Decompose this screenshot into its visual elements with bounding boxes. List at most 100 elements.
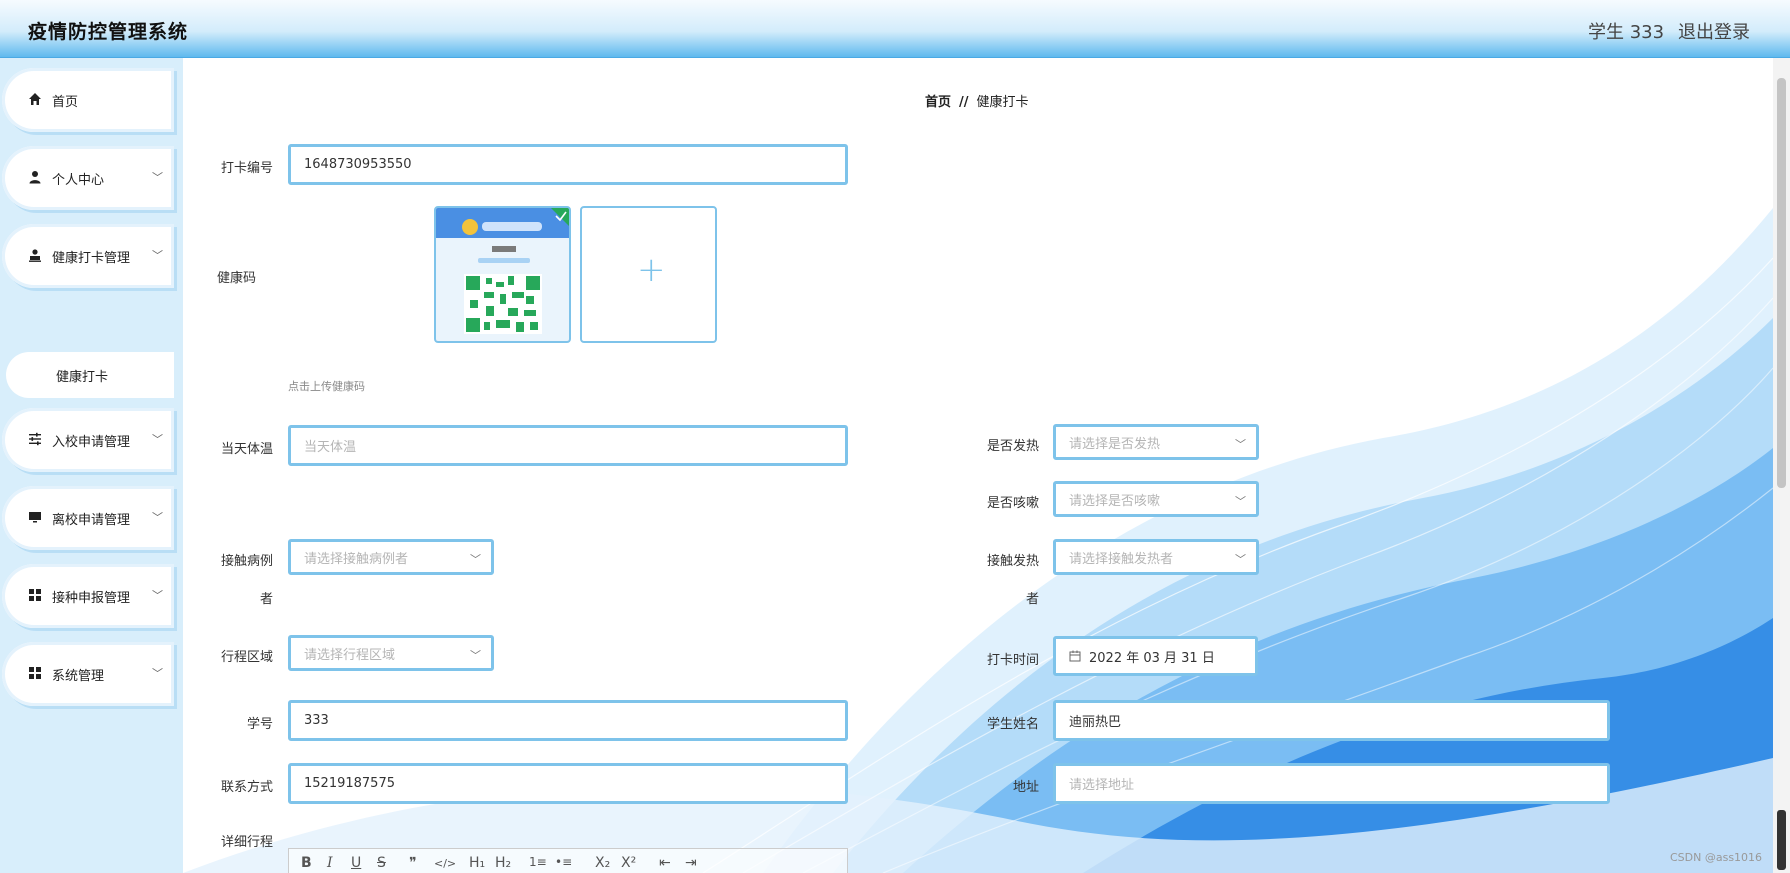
fever-label: 是否发热 [986, 439, 1039, 454]
sidebar-item-home[interactable]: 首页 [2, 68, 174, 132]
sidebar-item-system-mgmt[interactable]: 系统管理 ﹀ [2, 642, 174, 706]
grid-icon [29, 667, 41, 679]
chevron-down-icon: ﹀ [152, 433, 163, 446]
heading1-button[interactable]: H₁ [469, 855, 485, 871]
sliders-icon [29, 432, 41, 446]
main-content: 首页 // 健康打卡 打卡编号 1648730953550 健康码 + 点击上传健康… [183, 58, 1773, 873]
contact-case-label-2: 者 [259, 592, 273, 607]
breadcrumb-current: 健康打卡 [976, 95, 1029, 110]
checkin-no-label: 打卡编号 [220, 161, 273, 176]
calendar-icon [1069, 650, 1081, 662]
chevron-down-icon: ﹀ [470, 649, 481, 662]
bullet-list-button[interactable]: •≡ [555, 855, 572, 869]
health-code-label: 健康码 [216, 271, 256, 286]
contact-case-select[interactable]: 请选择接触病例者 ﹀ [288, 539, 494, 575]
subscript-button[interactable]: X₂ [595, 855, 610, 871]
sidebar-item-label: 首页 [52, 95, 79, 110]
logout-link[interactable]: 退出登录 [1678, 18, 1750, 44]
checkin-time-label: 打卡时间 [986, 653, 1039, 668]
sidebar-item-label: 个人中心 [52, 173, 105, 188]
sidebar: 首页 个人中心 ﹀ 健康打卡管理 ﹀ 健康打卡 入校申请管理 ﹀ 离校申请管理 … [0, 58, 183, 873]
sidebar-item-entry-application[interactable]: 入校申请管理 ﹀ [2, 408, 174, 472]
region-select[interactable]: 请选择行程区域 ﹀ [288, 635, 494, 671]
checkin-time-picker[interactable]: 2022 年 03 月 31 日 [1053, 636, 1258, 676]
monitor-icon [29, 512, 41, 523]
indent-button[interactable]: ⇥ [685, 855, 697, 871]
sidebar-item-label: 系统管理 [52, 669, 105, 684]
temperature-label: 当天体温 [220, 442, 273, 457]
chevron-down-icon: ﹀ [1235, 438, 1246, 451]
scrollbar-thumb[interactable] [1777, 78, 1786, 488]
health-code-thumbnail[interactable] [434, 206, 571, 343]
itinerary-label: 详细行程 [220, 835, 273, 850]
superscript-button[interactable]: X² [621, 855, 636, 871]
chevron-down-icon: ﹀ [1235, 495, 1246, 508]
address-input[interactable]: 请选择地址 [1053, 763, 1610, 804]
fever-select[interactable]: 请选择是否发热 ﹀ [1053, 424, 1259, 460]
contact-case-label: 接触病例 [220, 554, 273, 569]
region-label: 行程区域 [220, 650, 273, 665]
contact-fever-select[interactable]: 请选择接触发热者 ﹀ [1053, 539, 1259, 575]
cough-label: 是否咳嗽 [986, 496, 1039, 511]
chevron-down-icon: ﹀ [470, 553, 481, 566]
sidebar-item-vaccination-report[interactable]: 接种申报管理 ﹀ [2, 564, 174, 628]
student-name-input[interactable]: 迪丽热巴 [1053, 700, 1610, 741]
upload-hint: 点击上传健康码 [288, 380, 365, 393]
sidebar-item-personal-center[interactable]: 个人中心 ﹀ [2, 146, 174, 210]
student-name-label: 学生姓名 [986, 717, 1039, 732]
address-label: 地址 [1012, 780, 1039, 795]
phone-label: 联系方式 [220, 780, 273, 795]
sidebar-item-label: 健康打卡管理 [52, 251, 131, 266]
home-icon [29, 93, 41, 105]
italic-button[interactable]: I [327, 855, 333, 871]
breadcrumb: 首页 // 健康打卡 [925, 91, 1029, 110]
strikethrough-button[interactable]: S [377, 855, 386, 871]
breadcrumb-home[interactable]: 首页 [925, 95, 951, 110]
sidebar-item-label: 接种申报管理 [52, 591, 131, 606]
chevron-down-icon: ﹀ [152, 171, 163, 184]
heading2-button[interactable]: H₂ [495, 855, 511, 871]
contact-case-placeholder: 请选择接触病例者 [304, 551, 409, 567]
qr-code-image [436, 208, 569, 341]
top-header: 疫情防控管理系统 学生 333 退出登录 [0, 0, 1790, 58]
scrollbar-thumb-lower[interactable] [1777, 810, 1786, 870]
fever-placeholder: 请选择是否发热 [1069, 436, 1161, 452]
contact-fever-label-2: 者 [1025, 592, 1039, 607]
user-icon [29, 171, 41, 184]
blockquote-button[interactable]: ❞ [409, 855, 417, 871]
rich-text-toolbar: B I U S ❞ </> H₁ H₂ 1≡ •≡ X₂ X² ⇤ ⇥ [288, 848, 848, 873]
contact-fever-placeholder: 请选择接触发热者 [1069, 551, 1174, 567]
watermark: CSDN @ass1016 [1670, 851, 1763, 864]
sidebar-item-leave-application[interactable]: 离校申请管理 ﹀ [2, 486, 174, 550]
checkin-no-input[interactable]: 1648730953550 [288, 144, 848, 185]
sidebar-item-label: 入校申请管理 [52, 435, 131, 450]
chevron-down-icon: ﹀ [1235, 553, 1246, 566]
sidebar-item-health-checkin-mgmt[interactable]: 健康打卡管理 ﹀ [2, 224, 174, 288]
checkin-time-value: 2022 年 03 月 31 日 [1089, 650, 1215, 666]
student-id-input[interactable]: 333 [288, 700, 848, 741]
ordered-list-button[interactable]: 1≡ [529, 855, 547, 869]
breadcrumb-separator: // [959, 95, 969, 110]
sidebar-subitem-health-checkin[interactable]: 健康打卡 [6, 352, 174, 398]
app-title: 疫情防控管理系统 [28, 21, 189, 43]
current-user: 学生 333 [1588, 22, 1665, 43]
temperature-input[interactable]: 当天体温 [288, 425, 848, 466]
chevron-down-icon: ﹀ [152, 249, 163, 262]
upload-health-code-button[interactable]: + [580, 206, 717, 343]
region-placeholder: 请选择行程区域 [304, 647, 396, 663]
sidebar-subitem-label: 健康打卡 [56, 370, 109, 385]
chevron-down-icon: ﹀ [152, 667, 163, 680]
grid-icon [29, 589, 41, 601]
bold-button[interactable]: B [301, 855, 312, 871]
page-scrollbar[interactable] [1773, 58, 1790, 873]
sidebar-item-label: 离校申请管理 [52, 513, 131, 528]
underline-button[interactable]: U [351, 855, 361, 871]
outdent-button[interactable]: ⇤ [659, 855, 671, 871]
student-id-label: 学号 [246, 717, 273, 732]
contact-fever-label: 接触发热 [986, 554, 1039, 569]
cough-select[interactable]: 请选择是否咳嗽 ﹀ [1053, 481, 1259, 517]
code-button[interactable]: </> [434, 857, 456, 870]
upload-user-icon [29, 249, 41, 262]
chevron-down-icon: ﹀ [152, 589, 163, 602]
phone-input[interactable]: 15219187575 [288, 763, 848, 804]
